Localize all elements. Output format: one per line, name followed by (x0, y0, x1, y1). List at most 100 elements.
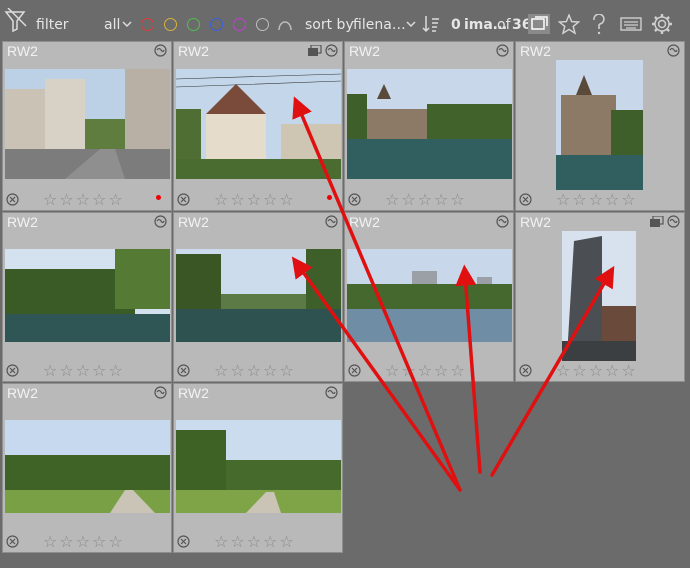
star-icon[interactable]: ☆ (589, 192, 603, 208)
reject-icon[interactable] (348, 193, 361, 206)
star-icon[interactable]: ☆ (263, 534, 277, 550)
star-icon[interactable]: ☆ (263, 363, 277, 379)
star-rating[interactable]: ☆ ☆ ☆ ☆ ☆ (43, 534, 123, 550)
altered-history-icon[interactable] (667, 44, 680, 57)
star-icon[interactable]: ☆ (418, 363, 432, 379)
reject-icon[interactable] (519, 364, 532, 377)
reject-icon[interactable] (6, 535, 19, 548)
reject-icon[interactable] (519, 193, 532, 206)
star-rating[interactable]: ☆ ☆ ☆ ☆ ☆ (556, 192, 636, 208)
star-icon[interactable]: ☆ (401, 363, 415, 379)
star-icon[interactable]: ☆ (59, 363, 73, 379)
thumbnail[interactable]: RW2 ☆ ☆ ☆ ☆ ☆ (173, 41, 343, 211)
star-icon[interactable]: ☆ (230, 363, 244, 379)
star-icon[interactable]: ☆ (450, 192, 464, 208)
thumbnail[interactable]: RW2 ☆ ☆ ☆ ☆ ☆ (344, 41, 514, 211)
star-icon[interactable]: ☆ (214, 534, 228, 550)
sort-field-select[interactable]: filena… (353, 17, 406, 33)
star-icon[interactable]: ☆ (605, 192, 619, 208)
star-icon[interactable]: ☆ (76, 363, 90, 379)
reject-icon[interactable] (177, 535, 190, 548)
settings-gear-icon[interactable] (651, 13, 673, 35)
star-icon[interactable]: ☆ (401, 192, 415, 208)
color-label-operator-icon[interactable] (277, 17, 293, 31)
star-icon[interactable]: ☆ (92, 192, 106, 208)
reject-icon[interactable] (177, 193, 190, 206)
star-icon[interactable]: ☆ (247, 534, 261, 550)
color-label-grey[interactable] (256, 18, 269, 31)
star-icon[interactable]: ☆ (589, 363, 603, 379)
star-icon[interactable]: ☆ (108, 363, 122, 379)
thumbnail[interactable]: RW2 ☆ ☆ ☆ ☆ ☆ (173, 383, 343, 553)
star-icon[interactable]: ☆ (572, 192, 586, 208)
group-icon[interactable] (650, 216, 664, 227)
altered-history-icon[interactable] (496, 44, 509, 57)
star-rating[interactable]: ☆ ☆ ☆ ☆ ☆ (214, 192, 294, 208)
reject-icon[interactable] (6, 364, 19, 377)
altered-history-icon[interactable] (325, 44, 338, 57)
star-rating[interactable]: ☆ ☆ ☆ ☆ ☆ (43, 192, 123, 208)
color-label-blue[interactable] (210, 18, 223, 31)
star-icon[interactable]: ☆ (92, 534, 106, 550)
star-rating[interactable]: ☆ ☆ ☆ ☆ ☆ (43, 363, 123, 379)
keyboard-shortcuts-icon[interactable] (620, 17, 642, 31)
chevron-down-icon[interactable] (406, 20, 416, 28)
reject-icon[interactable] (177, 364, 190, 377)
star-icon[interactable]: ☆ (418, 192, 432, 208)
reject-icon[interactable] (6, 193, 19, 206)
star-icon[interactable]: ☆ (434, 363, 448, 379)
thumbnail[interactable]: RW2 ☆ ☆ ☆ ☆ ☆ (2, 41, 172, 211)
sort-order-icon[interactable] (421, 14, 441, 34)
altered-history-icon[interactable] (667, 215, 680, 228)
star-icon[interactable]: ☆ (214, 192, 228, 208)
star-icon[interactable]: ☆ (385, 192, 399, 208)
thumbnail[interactable]: RW2 ☆ ☆ ☆ ☆ ☆ (2, 212, 172, 382)
thumbnail[interactable]: RW2 ☆ ☆ ☆ ☆ ☆ (515, 41, 685, 211)
star-icon[interactable]: ☆ (247, 363, 261, 379)
star-icon[interactable]: ☆ (621, 363, 635, 379)
altered-history-icon[interactable] (325, 386, 338, 399)
star-rating[interactable]: ☆ ☆ ☆ ☆ ☆ (385, 192, 465, 208)
altered-history-icon[interactable] (496, 215, 509, 228)
chevron-down-icon[interactable] (122, 20, 132, 28)
star-icon[interactable]: ☆ (385, 363, 399, 379)
color-label-yellow[interactable] (164, 18, 177, 31)
star-icon[interactable]: ☆ (76, 534, 90, 550)
filter-label[interactable]: filter (36, 17, 69, 33)
star-icon[interactable]: ☆ (621, 192, 635, 208)
star-icon[interactable]: ☆ (230, 192, 244, 208)
star-icon[interactable]: ☆ (556, 192, 570, 208)
reject-icon[interactable] (348, 364, 361, 377)
star-icon[interactable]: ☆ (263, 192, 277, 208)
rating-filter-select[interactable]: all (104, 17, 120, 33)
altered-history-icon[interactable] (154, 44, 167, 57)
thumbnail[interactable]: RW2 ☆ ☆ ☆ ☆ ☆ (344, 212, 514, 382)
thumbnail[interactable]: RW2 ☆ ☆ ☆ ☆ ☆ (173, 212, 343, 382)
star-icon[interactable]: ☆ (43, 192, 57, 208)
star-icon[interactable]: ☆ (108, 192, 122, 208)
star-rating[interactable]: ☆ ☆ ☆ ☆ ☆ (214, 363, 294, 379)
altered-history-icon[interactable] (325, 215, 338, 228)
star-icon[interactable]: ☆ (605, 363, 619, 379)
thumbnail[interactable]: RW2 ☆ ☆ ☆ ☆ ☆ (2, 383, 172, 553)
star-icon[interactable]: ☆ (279, 534, 293, 550)
star-rating[interactable]: ☆ ☆ ☆ ☆ ☆ (556, 363, 636, 379)
star-icon[interactable]: ☆ (450, 363, 464, 379)
star-icon[interactable]: ☆ (279, 363, 293, 379)
color-label-red[interactable] (141, 18, 154, 31)
altered-history-icon[interactable] (154, 215, 167, 228)
star-icon[interactable]: ☆ (572, 363, 586, 379)
overlays-icon[interactable] (528, 14, 550, 34)
star-icon[interactable] (558, 14, 580, 35)
group-icon[interactable] (308, 45, 322, 56)
star-icon[interactable]: ☆ (214, 363, 228, 379)
star-icon[interactable]: ☆ (434, 192, 448, 208)
star-rating[interactable]: ☆ ☆ ☆ ☆ ☆ (214, 534, 294, 550)
star-icon[interactable]: ☆ (59, 192, 73, 208)
star-icon[interactable]: ☆ (279, 192, 293, 208)
altered-history-icon[interactable] (154, 386, 167, 399)
star-icon[interactable]: ☆ (43, 534, 57, 550)
star-icon[interactable]: ☆ (76, 192, 90, 208)
star-icon[interactable]: ☆ (230, 534, 244, 550)
help-icon[interactable] (592, 14, 606, 36)
